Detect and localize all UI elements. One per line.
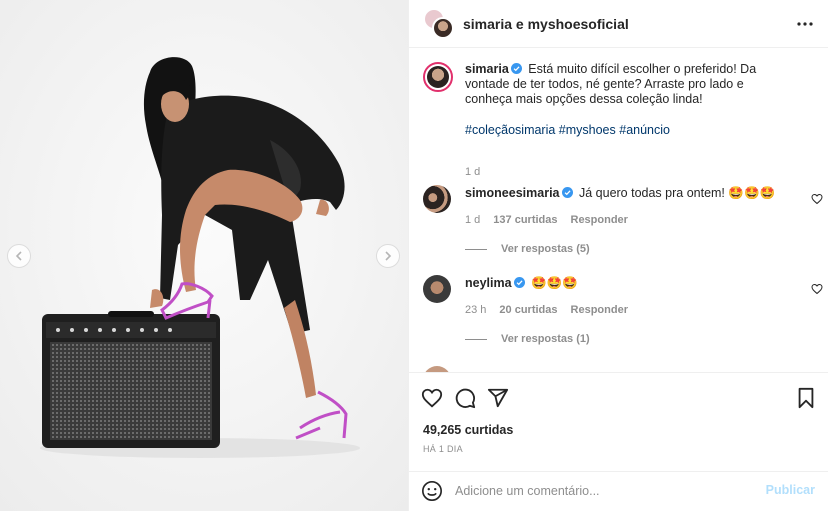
post-header: simaria e myshoesoficial	[409, 0, 828, 48]
post-side-panel: simaria e myshoesoficial simaria Está mu…	[408, 0, 828, 511]
publish-comment-button[interactable]: Publicar	[766, 483, 815, 497]
comments-list[interactable]: simaria Está muito difícil escolher o pr…	[409, 48, 828, 372]
view-replies-button[interactable]: Ver respostas (1)	[465, 333, 590, 345]
reply-button[interactable]: Responder	[571, 304, 628, 316]
comment-text: 🤩🤩🤩	[531, 276, 578, 290]
caption-meta: 1 d	[465, 166, 493, 178]
emoji-smiley-icon[interactable]	[421, 480, 443, 502]
caption-body: simaria Está muito difícil escolher o pr…	[465, 62, 783, 138]
post-timestamp: HÁ 1 DIA	[423, 444, 463, 454]
caption: simaria Está muito difícil escolher o pr…	[423, 62, 823, 182]
comment-meta: 1 d 137 curtidas Responder	[465, 214, 641, 226]
like-heart-icon[interactable]	[421, 387, 443, 409]
post-author-names[interactable]: simaria e myshoesoficial	[463, 16, 629, 32]
more-horizontal-icon	[797, 22, 813, 26]
save-bookmark-icon[interactable]	[795, 387, 817, 409]
comment-item: neylima 🤩🤩🤩 23 h 20 curtidas Responder Ver…	[423, 275, 823, 355]
post-media	[0, 0, 408, 511]
verified-badge-icon	[510, 63, 522, 74]
chevron-left-icon	[15, 251, 22, 261]
view-replies-button[interactable]: Ver respostas (5)	[465, 243, 590, 255]
comment-body: simoneesimaria Já quero todas pra ontem!…	[465, 186, 805, 201]
comment-body: neylima 🤩🤩🤩	[465, 276, 805, 291]
view-replies-label: Ver respostas (5)	[501, 243, 590, 255]
verified-badge-icon	[513, 277, 525, 288]
comment-text: Já quero todas pra ontem! 🤩🤩🤩	[578, 186, 776, 200]
comment-time: 1 d	[465, 214, 481, 226]
chevron-right-icon	[385, 251, 392, 261]
comment-input[interactable]	[455, 481, 755, 501]
verified-badge-icon	[561, 187, 573, 198]
comment-bubble-icon[interactable]	[454, 387, 476, 409]
share-paper-plane-icon[interactable]	[487, 387, 509, 409]
comment-likes[interactable]: 137 curtidas	[493, 214, 557, 226]
next-photo-button[interactable]	[376, 244, 400, 268]
caption-username[interactable]: simaria	[465, 62, 509, 76]
comment-item: simoneesimaria Já quero todas pra ontem!…	[423, 185, 823, 265]
avatar	[432, 16, 454, 39]
likes-count[interactable]: 49,265 curtidas	[423, 423, 513, 437]
header-avatars[interactable]	[423, 7, 455, 40]
like-comment-icon[interactable]	[811, 193, 823, 205]
caption-time: 1 d	[465, 166, 481, 178]
add-comment-bar: Publicar	[409, 471, 828, 511]
comment-username[interactable]: simoneesimaria	[465, 186, 560, 200]
divider	[465, 338, 487, 340]
comment-username[interactable]: neylima	[465, 276, 512, 290]
comment-time: 23 h	[465, 304, 487, 316]
comment-likes[interactable]: 20 curtidas	[499, 304, 557, 316]
like-comment-icon[interactable]	[811, 283, 823, 295]
comment-meta: 23 h 20 curtidas Responder	[465, 304, 641, 316]
caption-hashtags[interactable]: #coleçãosimaria #myshoes #anúncio	[465, 123, 783, 138]
avatar[interactable]	[423, 185, 451, 213]
avatar[interactable]	[423, 62, 453, 92]
post-photo	[0, 0, 408, 511]
reply-button[interactable]: Responder	[571, 214, 628, 226]
more-options-button[interactable]	[797, 16, 813, 32]
view-replies-label: Ver respostas (1)	[501, 333, 590, 345]
post-actions: 49,265 curtidas HÁ 1 DIA Publicar	[409, 372, 828, 511]
previous-photo-button[interactable]	[7, 244, 31, 268]
divider	[465, 248, 487, 250]
avatar[interactable]	[423, 275, 451, 303]
instagram-post: simaria e myshoesoficial simaria Está mu…	[0, 0, 828, 511]
